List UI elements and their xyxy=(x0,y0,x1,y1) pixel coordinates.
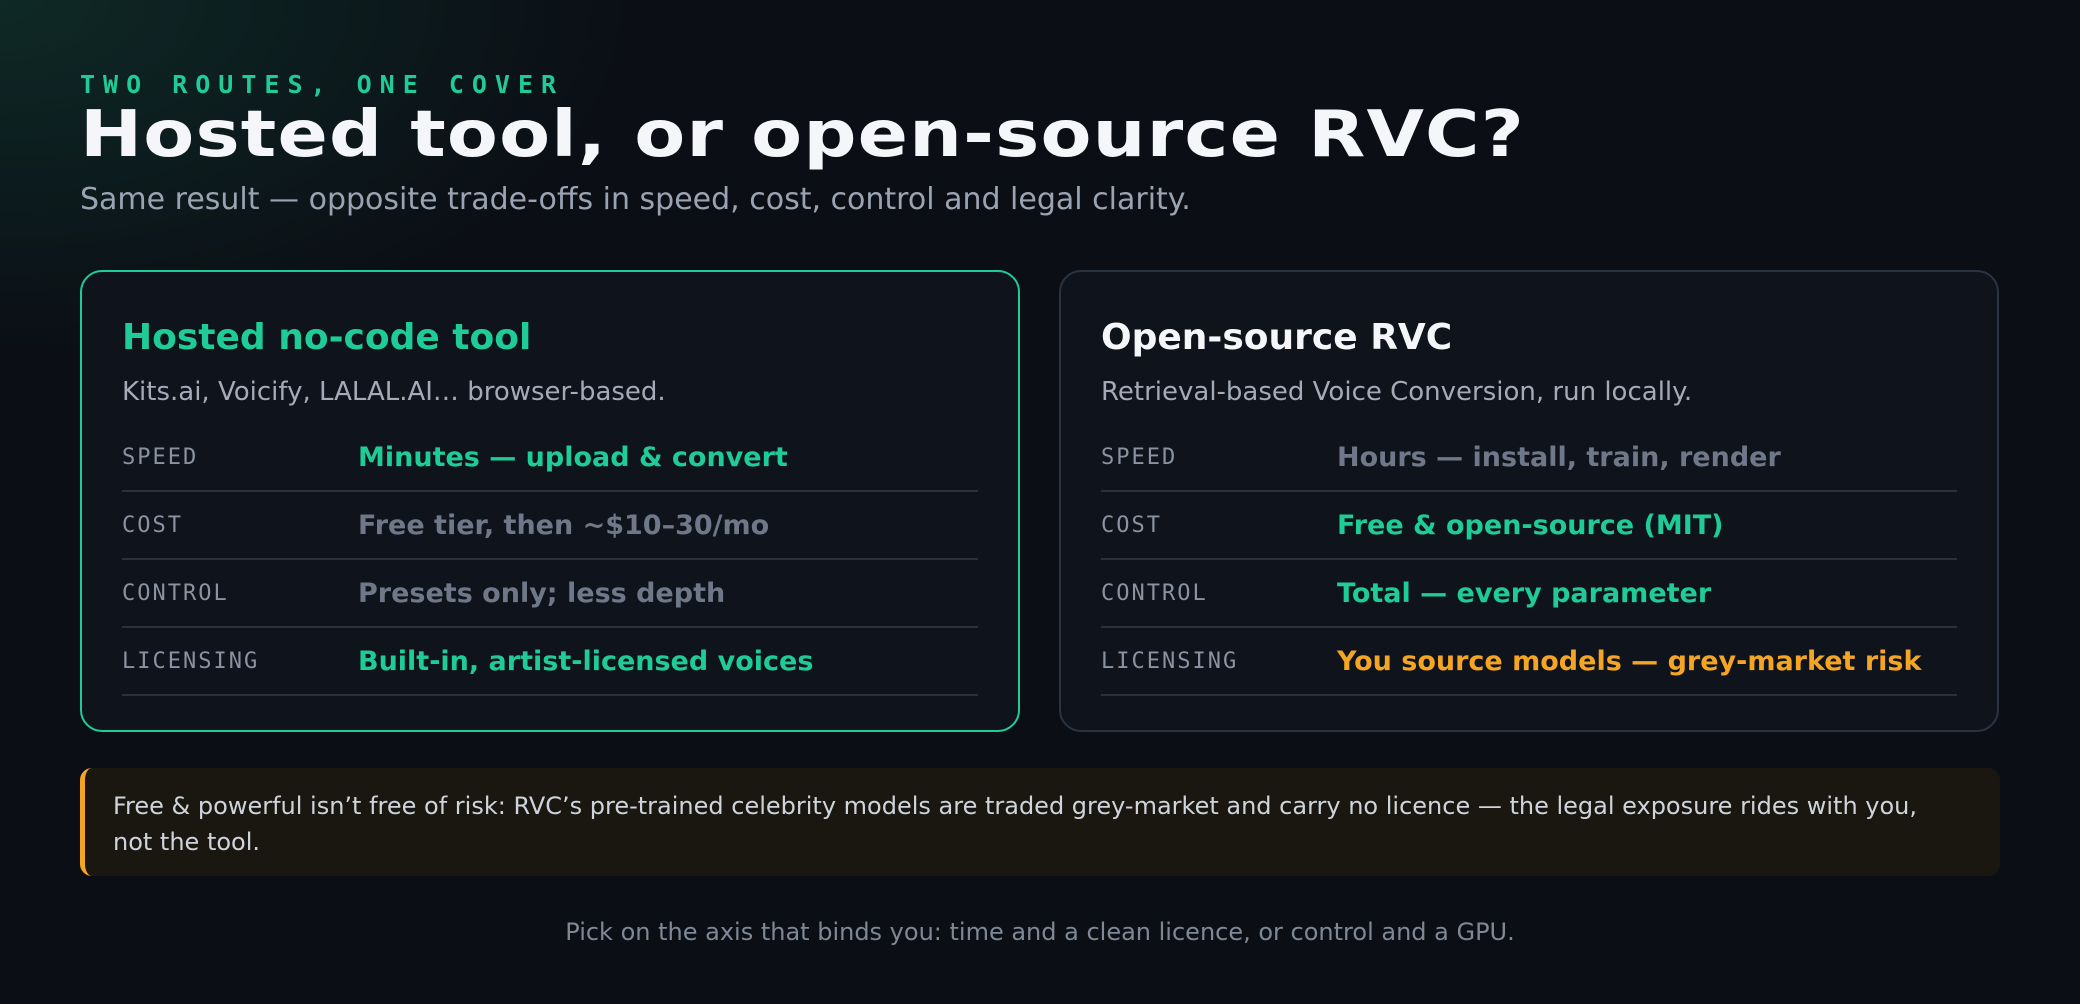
row-value: Built-in, artist-licensed voices xyxy=(358,645,814,677)
row-key: LICENSING xyxy=(1101,648,1239,674)
open-source-rvc-card: Open-source RVC Retrieval-based Voice Co… xyxy=(1059,270,1999,732)
footer-note: Pick on the axis that binds you: time an… xyxy=(565,918,1515,946)
card-title: Hosted no-code tool xyxy=(122,317,532,358)
row-cost: COST Free & open-source (MIT) xyxy=(1101,492,1957,560)
risk-callout: Free & powerful isn’t free of risk: RVC’… xyxy=(80,768,2000,876)
row-key: SPEED xyxy=(122,444,199,470)
row-cost: COST Free tier, then ~$10–30/mo xyxy=(122,492,978,560)
row-value: Hours — install, train, render xyxy=(1337,441,1781,473)
row-value: Minutes — upload & convert xyxy=(358,441,788,473)
card-description: Kits.ai, Voicify, LALAL.AI… browser-base… xyxy=(122,377,666,407)
card-title: Open-source RVC xyxy=(1101,317,1453,358)
page-title: Hosted tool, or open-source RVC? xyxy=(80,98,1525,172)
row-licensing: LICENSING You source models — grey-marke… xyxy=(1101,628,1957,696)
row-key: COST xyxy=(122,512,183,538)
row-control: CONTROL Total — every parameter xyxy=(1101,560,1957,628)
row-speed: SPEED Minutes — upload & convert xyxy=(122,424,978,492)
row-control: CONTROL Presets only; less depth xyxy=(122,560,978,628)
row-value: Free tier, then ~$10–30/mo xyxy=(358,509,770,541)
row-speed: SPEED Hours — install, train, render xyxy=(1101,424,1957,492)
row-value: Total — every parameter xyxy=(1337,577,1712,609)
row-key: SPEED xyxy=(1101,444,1178,470)
row-value: Free & open-source (MIT) xyxy=(1337,509,1724,541)
row-value: You source models — grey-market risk xyxy=(1337,645,1922,677)
row-key: CONTROL xyxy=(1101,580,1208,606)
comparison-rows: SPEED Hours — install, train, render COS… xyxy=(1101,424,1957,696)
row-key: LICENSING xyxy=(122,648,260,674)
row-licensing: LICENSING Built-in, artist-licensed voic… xyxy=(122,628,978,696)
row-value: Presets only; less depth xyxy=(358,577,726,609)
comparison-rows: SPEED Minutes — upload & convert COST Fr… xyxy=(122,424,978,696)
hosted-tool-card: Hosted no-code tool Kits.ai, Voicify, LA… xyxy=(80,270,1020,732)
row-key: CONTROL xyxy=(122,580,229,606)
card-description: Retrieval-based Voice Conversion, run lo… xyxy=(1101,377,1693,407)
eyebrow-label: TWO ROUTES, ONE COVER xyxy=(80,70,565,99)
row-key: COST xyxy=(1101,512,1162,538)
page-subtitle: Same result — opposite trade-offs in spe… xyxy=(80,182,1191,217)
